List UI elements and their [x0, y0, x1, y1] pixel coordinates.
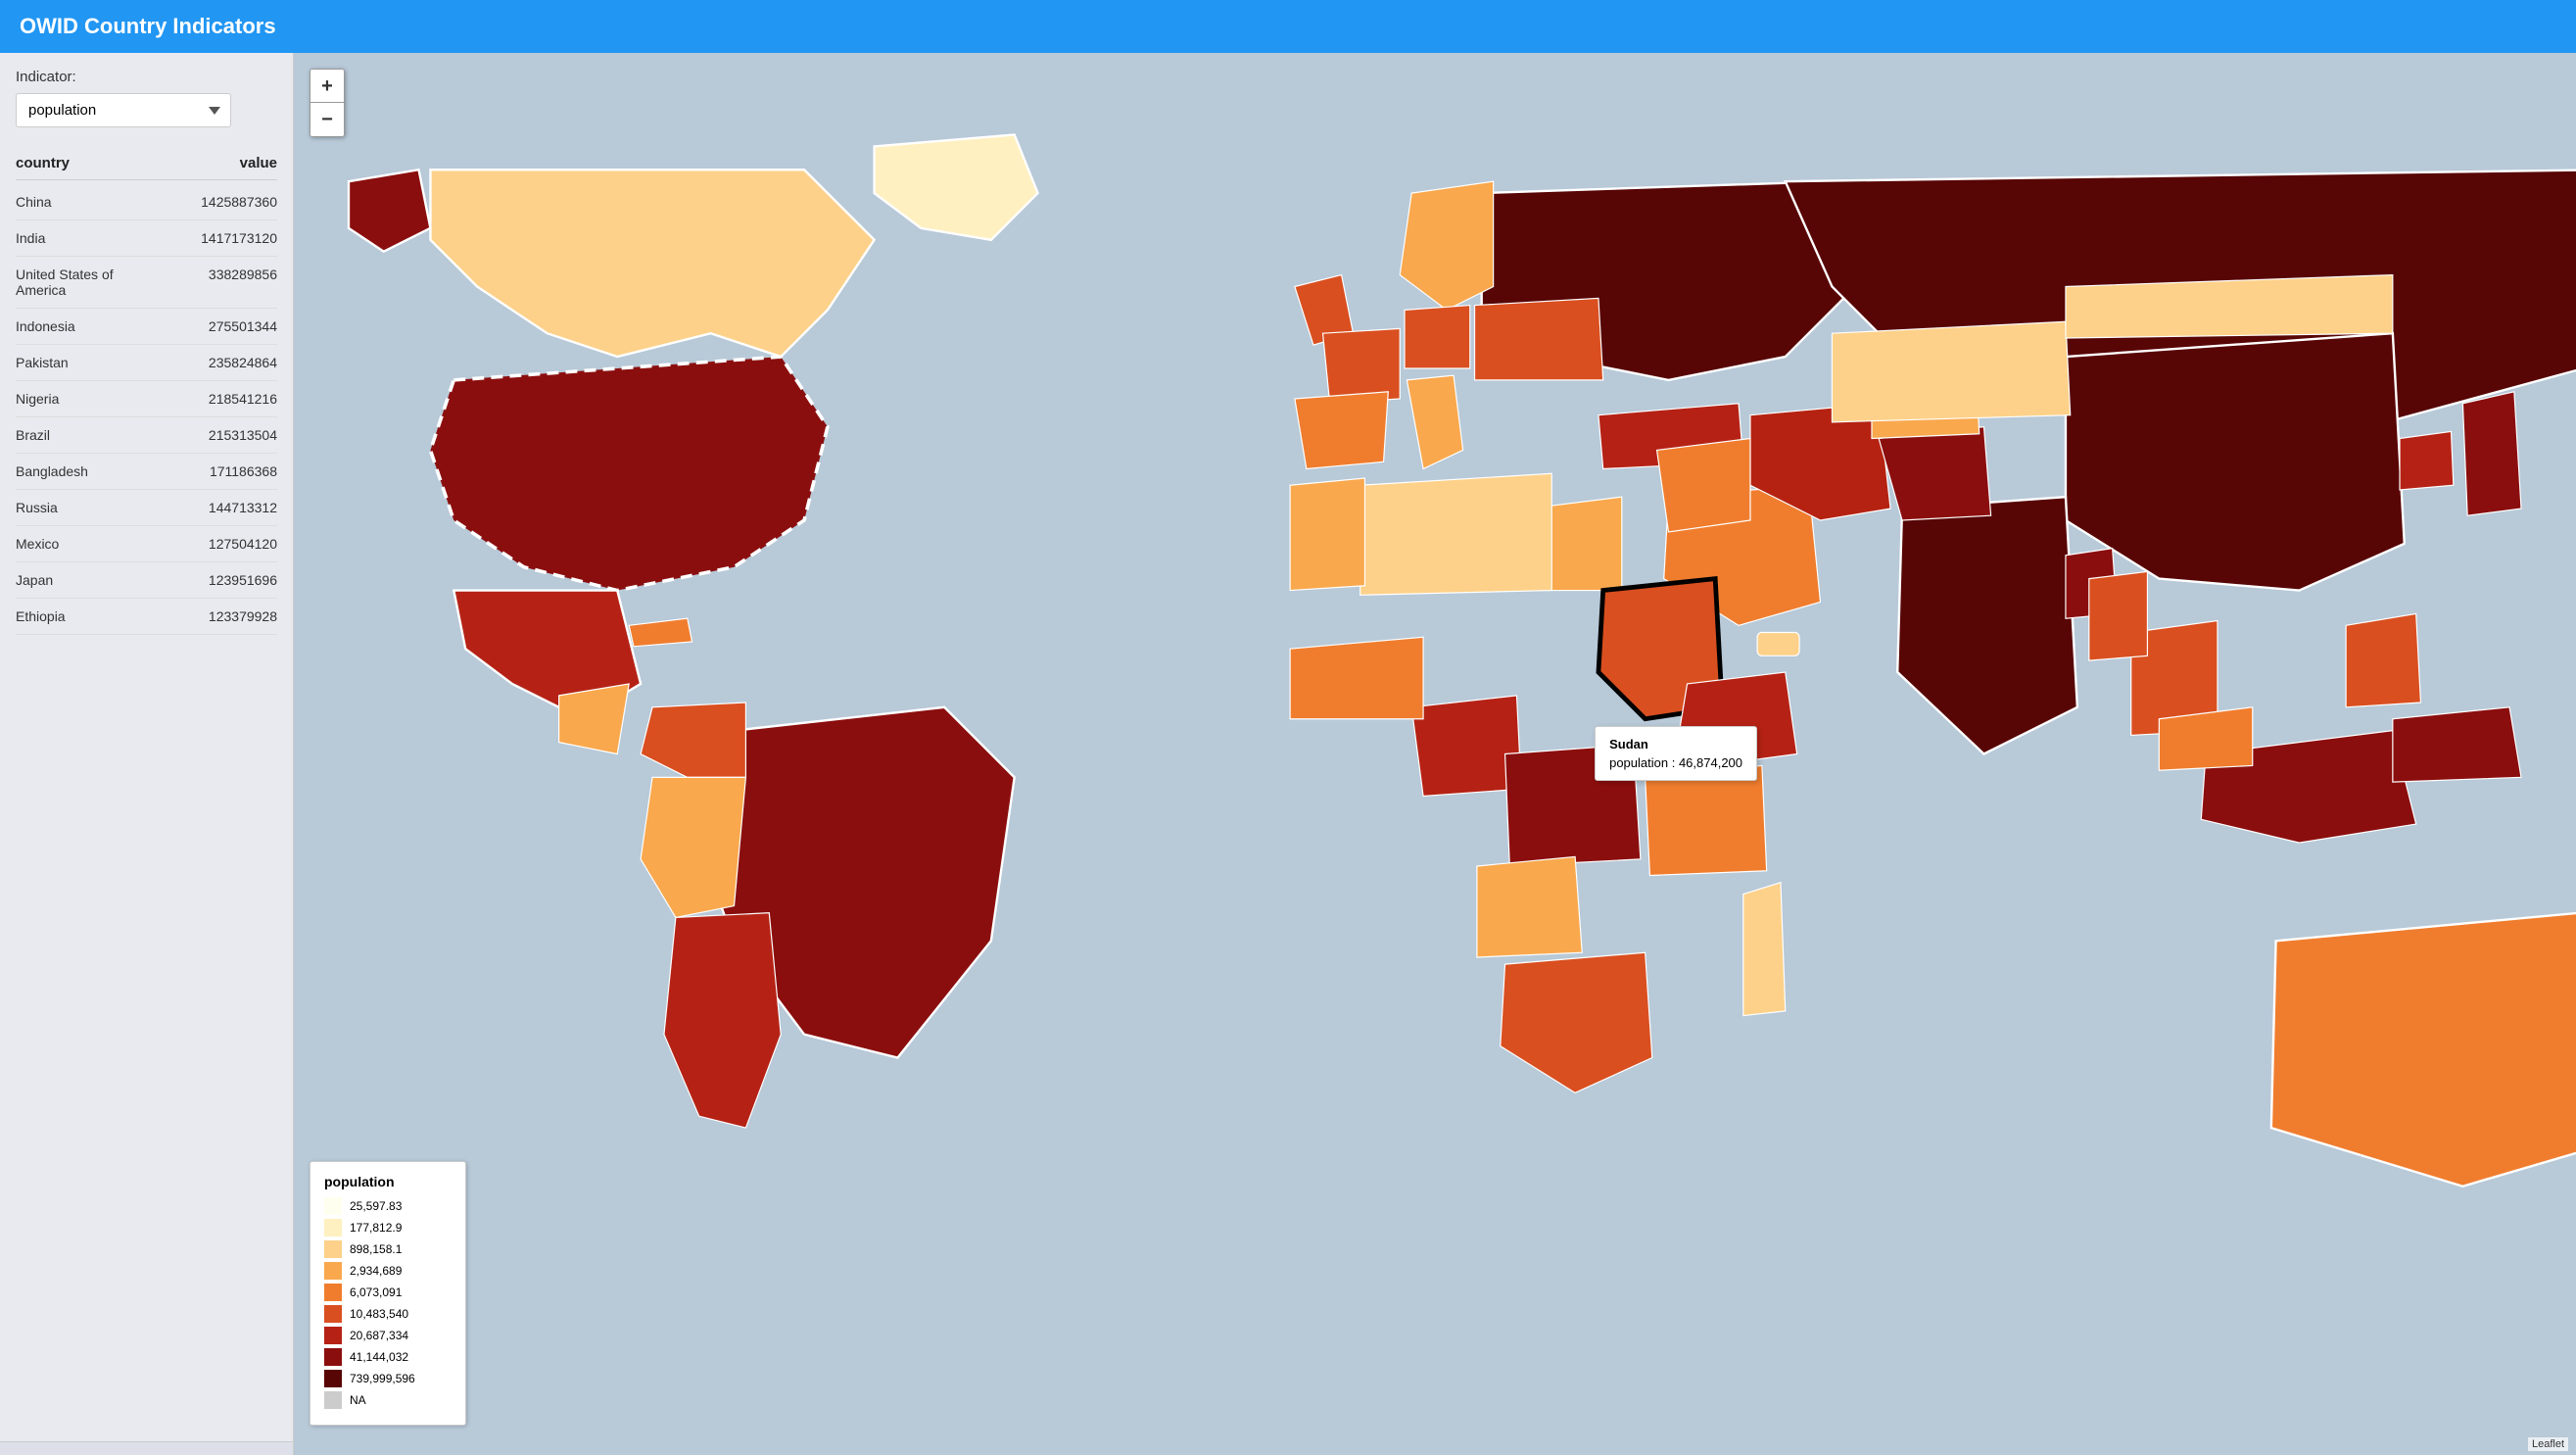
- legend-item: 10,483,540: [324, 1305, 452, 1323]
- row-country: Bangladesh: [16, 463, 160, 479]
- legend-title: population: [324, 1174, 452, 1189]
- country-table: China 1425887360 India 1417173120 United…: [16, 184, 277, 635]
- row-value: 144713312: [160, 500, 277, 515]
- row-country: Brazil: [16, 427, 160, 443]
- row-value: 275501344: [160, 318, 277, 334]
- row-country: United States of America: [16, 267, 160, 298]
- table-row[interactable]: Ethiopia 123379928: [16, 599, 277, 635]
- legend-color-swatch: [324, 1348, 342, 1366]
- legend-item: 2,934,689: [324, 1262, 452, 1280]
- row-value: 1425887360: [160, 194, 277, 210]
- table-row[interactable]: Russia 144713312: [16, 490, 277, 526]
- legend-label: 41,144,032: [350, 1350, 408, 1364]
- row-value: 338289856: [160, 267, 277, 298]
- legend-label: 2,934,689: [350, 1264, 402, 1278]
- row-country: Pakistan: [16, 355, 160, 370]
- main-content: Indicator: population gdp life_expectanc…: [0, 53, 2576, 1455]
- table-row[interactable]: China 1425887360: [16, 184, 277, 220]
- legend-color-swatch: [324, 1305, 342, 1323]
- col-header-country: country: [16, 155, 160, 171]
- map-container: + −: [294, 53, 2576, 1455]
- sidebar-horizontal-scroll[interactable]: [0, 1441, 293, 1455]
- legend-color-swatch: [324, 1284, 342, 1301]
- row-value: 218541216: [160, 391, 277, 407]
- legend-color-swatch: [324, 1197, 342, 1215]
- table-row[interactable]: Nigeria 218541216: [16, 381, 277, 417]
- row-country: Russia: [16, 500, 160, 515]
- app-title: OWID Country Indicators: [20, 14, 276, 38]
- leaflet-attribution[interactable]: Leaflet: [2528, 1437, 2568, 1451]
- legend-color-swatch: [324, 1240, 342, 1258]
- row-country: Indonesia: [16, 318, 160, 334]
- world-map: [294, 53, 2576, 1455]
- table-row[interactable]: United States of America 338289856: [16, 257, 277, 309]
- col-header-value: value: [160, 155, 277, 171]
- row-country: China: [16, 194, 160, 210]
- table-row[interactable]: Brazil 215313504: [16, 417, 277, 454]
- map-legend: population 25,597.83 177,812.9 898,158.1…: [310, 1161, 466, 1426]
- table-header: country value: [16, 147, 277, 180]
- row-country: Ethiopia: [16, 608, 160, 624]
- sidebar-scroll[interactable]: Indicator: population gdp life_expectanc…: [0, 53, 293, 1441]
- legend-item: 6,073,091: [324, 1284, 452, 1301]
- legend-item: 20,687,334: [324, 1327, 452, 1344]
- row-value: 123379928: [160, 608, 277, 624]
- indicator-select[interactable]: population gdp life_expectancy: [16, 93, 231, 127]
- table-row[interactable]: Pakistan 235824864: [16, 345, 277, 381]
- legend-item: NA: [324, 1391, 452, 1409]
- legend-label: NA: [350, 1393, 366, 1407]
- table-row[interactable]: Bangladesh 171186368: [16, 454, 277, 490]
- legend-label: 25,597.83: [350, 1199, 402, 1213]
- legend-color-swatch: [324, 1327, 342, 1344]
- legend-label: 20,687,334: [350, 1329, 408, 1342]
- table-row[interactable]: Mexico 127504120: [16, 526, 277, 562]
- legend-color-swatch: [324, 1219, 342, 1237]
- row-country: Nigeria: [16, 391, 160, 407]
- legend-items-container: 25,597.83 177,812.9 898,158.1 2,934,689 …: [324, 1197, 452, 1409]
- zoom-in-button[interactable]: +: [310, 70, 344, 103]
- table-row[interactable]: India 1417173120: [16, 220, 277, 257]
- row-value: 235824864: [160, 355, 277, 370]
- legend-color-swatch: [324, 1262, 342, 1280]
- row-country: India: [16, 230, 160, 246]
- row-value: 127504120: [160, 536, 277, 552]
- legend-item: 739,999,596: [324, 1370, 452, 1387]
- row-country: Japan: [16, 572, 160, 588]
- legend-label: 739,999,596: [350, 1372, 415, 1385]
- legend-color-swatch: [324, 1391, 342, 1409]
- zoom-out-button[interactable]: −: [310, 103, 344, 136]
- legend-item: 41,144,032: [324, 1348, 452, 1366]
- row-value: 1417173120: [160, 230, 277, 246]
- table-row[interactable]: Indonesia 275501344: [16, 309, 277, 345]
- sidebar: Indicator: population gdp life_expectanc…: [0, 53, 294, 1455]
- legend-label: 10,483,540: [350, 1307, 408, 1321]
- legend-label: 177,812.9: [350, 1221, 402, 1235]
- legend-label: 6,073,091: [350, 1285, 402, 1299]
- row-value: 215313504: [160, 427, 277, 443]
- legend-item: 177,812.9: [324, 1219, 452, 1237]
- row-value: 171186368: [160, 463, 277, 479]
- zoom-controls: + −: [310, 69, 345, 137]
- legend-color-swatch: [324, 1370, 342, 1387]
- indicator-label: Indicator:: [16, 69, 277, 85]
- table-row[interactable]: Japan 123951696: [16, 562, 277, 599]
- row-value: 123951696: [160, 572, 277, 588]
- row-country: Mexico: [16, 536, 160, 552]
- legend-item: 898,158.1: [324, 1240, 452, 1258]
- app-header: OWID Country Indicators: [0, 0, 2576, 53]
- legend-label: 898,158.1: [350, 1242, 402, 1256]
- legend-item: 25,597.83: [324, 1197, 452, 1215]
